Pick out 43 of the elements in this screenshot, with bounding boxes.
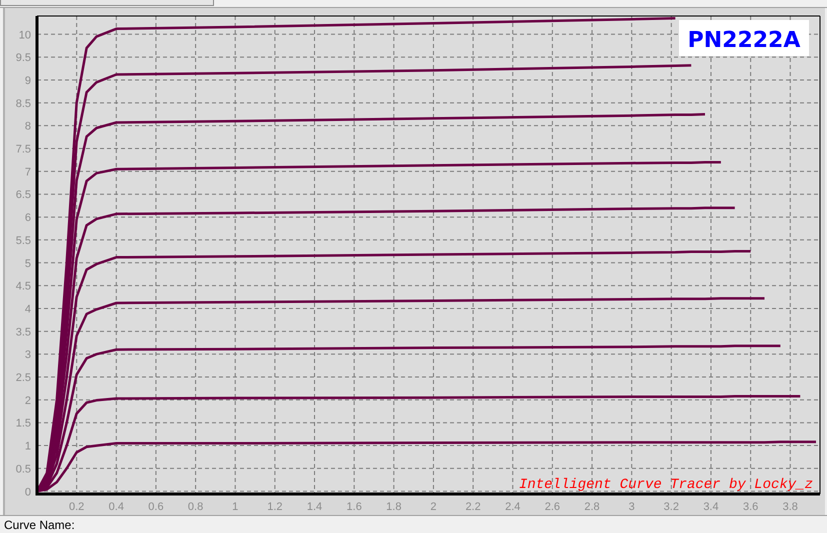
y-tick-label: 5 [24,258,31,270]
x-tick-label: 2.2 [465,501,481,513]
x-tick-label: 2.6 [544,501,560,513]
y-tick-label: 6 [24,212,31,224]
credit-annotation: Intelligent Curve Tracer by Locky_z [518,477,813,493]
y-tick-label: 4.5 [16,280,31,293]
y-tick-label: 4 [24,303,31,316]
y-tick-label: 1 [24,440,31,453]
x-tick-label: 1.2 [267,501,283,513]
y-tick-label: 9.5 [16,52,31,64]
y-tick-label: 7.5 [16,144,31,156]
x-tick-label: 3.8 [782,501,798,513]
x-tick-label: 0.2 [69,501,84,513]
x-tick-label: 1.8 [386,501,402,513]
y-tick-label: 6.5 [16,189,31,202]
x-tick-label: 1.6 [346,501,362,513]
y-tick-label: 0 [24,486,31,498]
x-tick-label: 0.4 [108,501,124,513]
x-tick-label: 1.4 [306,501,322,513]
y-tick-label: 9 [24,74,31,87]
y-tick-label: 2 [24,394,31,407]
x-tick-label: 0.6 [148,501,164,513]
y-tick-label: 5.5 [16,234,31,247]
y-tick-label: 2.5 [16,372,31,384]
x-tick-label: 1 [232,501,238,513]
y-tick-label: 1.5 [16,418,31,430]
x-tick-label: 0.8 [188,501,204,513]
x-tick-label: 3 [628,501,635,513]
x-tick-label: 3.4 [703,501,719,513]
y-tick-label: 3.5 [16,326,31,338]
y-tick-label: 10 [18,29,31,42]
y-tick-label: 0.5 [16,463,31,476]
x-tick-label: 3.2 [664,501,679,513]
y-tick-label: 3 [24,349,31,362]
x-tick-label: 3.6 [742,501,758,513]
y-tick-label: 7 [24,166,31,178]
chart-title: PN2222A [679,20,809,56]
y-tick-label: 8.5 [16,98,31,110]
x-tick-label: 2 [430,501,437,513]
x-tick-label: 2.4 [505,501,520,513]
y-tick-label: 8 [24,120,31,133]
x-tick-label: 2.8 [584,501,600,513]
curve-name-label: Curve Name: [4,518,75,532]
